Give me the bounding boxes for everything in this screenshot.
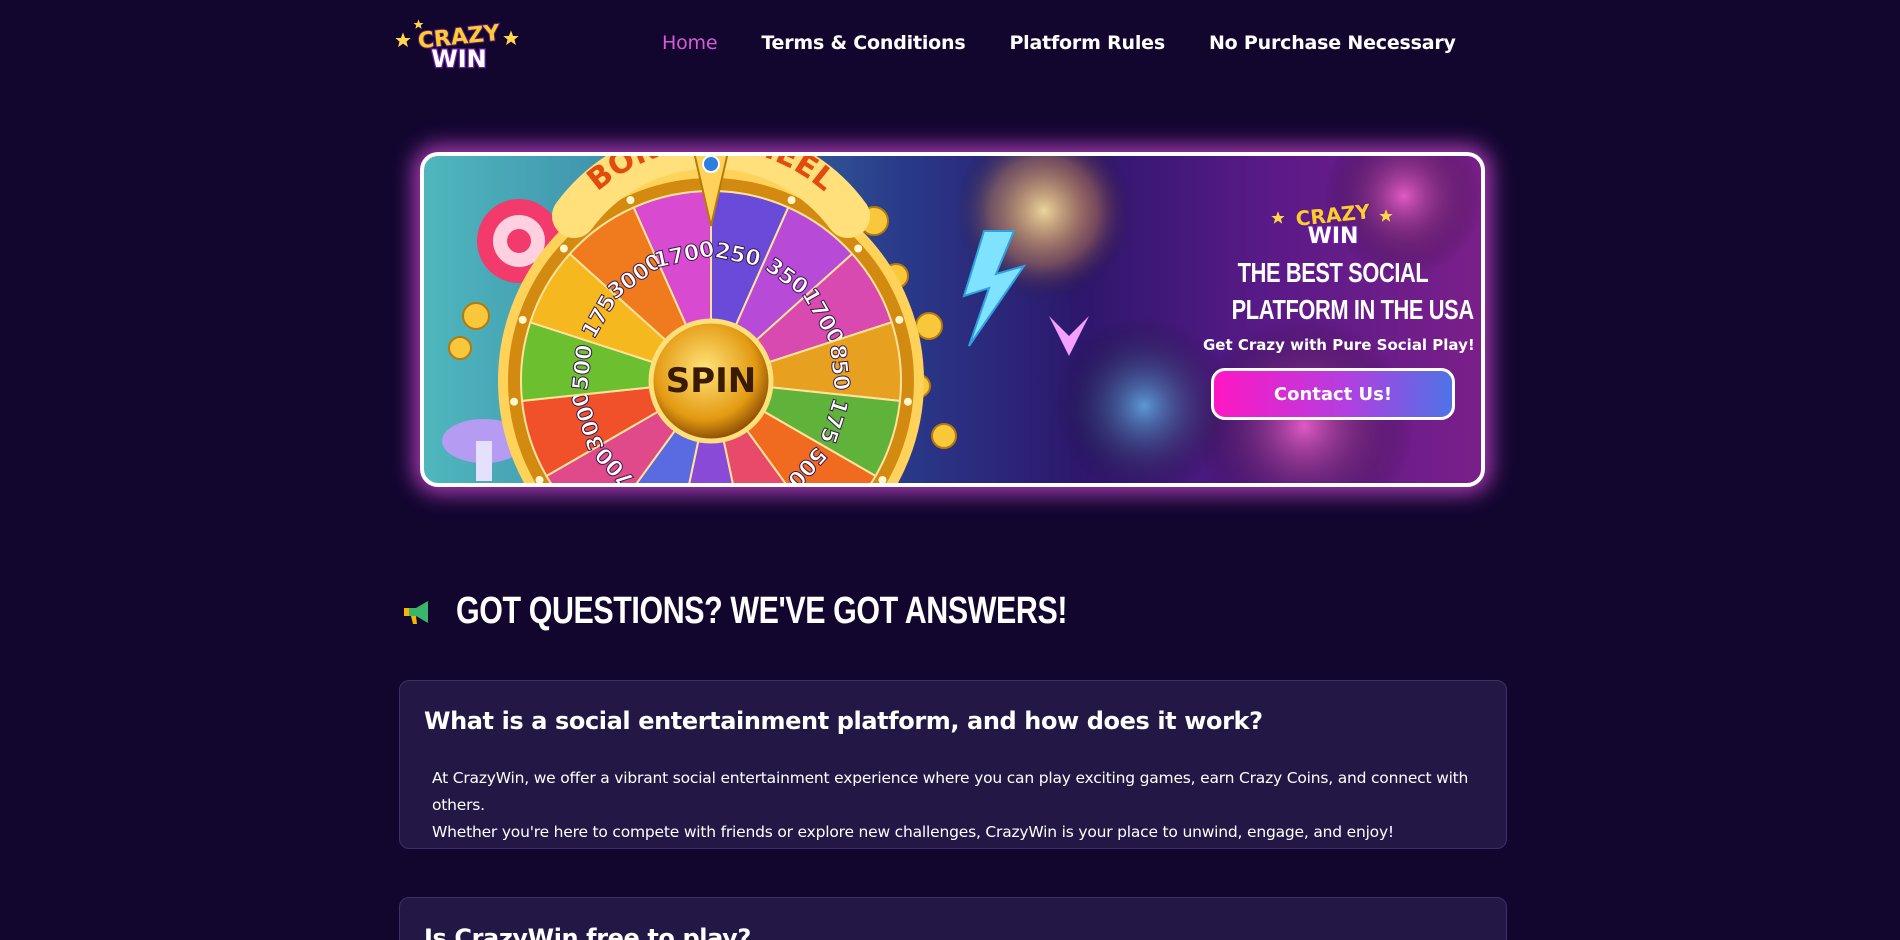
banner-headline-line1: THE BEST SOCIAL — [1237, 257, 1429, 288]
wheel-segment-label: 850 — [824, 343, 854, 391]
site-header: CRAZY WIN Home Terms & Conditions Platfo… — [0, 0, 1900, 92]
bonus-wheel[interactable]: 2503501700850175500850325700300050017530… — [498, 156, 924, 487]
faq-answer-line2: Whether you're here to compete with frie… — [432, 823, 1394, 841]
wheel-bulb — [787, 196, 796, 205]
wheel-bulb — [895, 315, 904, 324]
faq-question[interactable]: What is a social entertainment platform,… — [424, 707, 1263, 735]
faq-answer: At CrazyWin, we offer a vibrant social e… — [432, 765, 1482, 846]
wheel-bulb — [518, 315, 527, 324]
nav-link-home[interactable]: Home — [662, 32, 718, 54]
faq-answer-line1: At CrazyWin, we offer a vibrant social e… — [432, 769, 1469, 814]
banner-subtitle: Get Crazy with Pure Social Play! — [1203, 336, 1475, 354]
nav-link-terms[interactable]: Terms & Conditions — [761, 32, 965, 54]
contact-us-button[interactable]: Contact Us! — [1211, 368, 1455, 420]
faq-heading: GOT QUESTIONS? WE'VE GOT ANSWERS! — [402, 590, 1220, 633]
banner-logo: CRAZY WIN — [1271, 198, 1393, 248]
main-nav: Home Terms & Conditions Platform Rules N… — [662, 32, 1456, 54]
wheel-bulb — [510, 397, 519, 406]
wheel-bulb — [903, 397, 912, 406]
wheel-bulb — [878, 476, 887, 483]
spin-label: SPIN — [666, 361, 757, 401]
wheel-bulb — [559, 244, 568, 253]
hero-banner: 2503501700850175500850325700300050017530… — [420, 152, 1485, 487]
faq-item[interactable]: Is CrazyWin free to play? — [399, 897, 1507, 940]
crazywin-logo[interactable]: CRAZY WIN — [394, 14, 524, 74]
logo-text-win: WIN — [431, 45, 487, 73]
megaphone-icon — [404, 600, 428, 624]
svg-text:WIN: WIN — [1308, 224, 1359, 248]
nav-link-no-purchase[interactable]: No Purchase Necessary — [1209, 32, 1456, 54]
faq-title: GOT QUESTIONS? WE'VE GOT ANSWERS! — [456, 590, 1068, 632]
wheel-bulb — [854, 244, 863, 253]
banner-promo: CRAZY WIN THE BEST SOCIAL PLATFORM IN TH… — [1203, 196, 1475, 420]
wheel-segment-label: 500 — [568, 343, 598, 391]
nav-link-platform-rules[interactable]: Platform Rules — [1009, 32, 1165, 54]
faq-item[interactable]: What is a social entertainment platform,… — [399, 680, 1507, 849]
wheel-bulb — [535, 476, 544, 483]
faq-question[interactable]: Is CrazyWin free to play? — [424, 924, 751, 940]
wheel-bulb — [626, 196, 635, 205]
banner-headline-line2: PLATFORM IN THE USA — [1231, 294, 1475, 325]
